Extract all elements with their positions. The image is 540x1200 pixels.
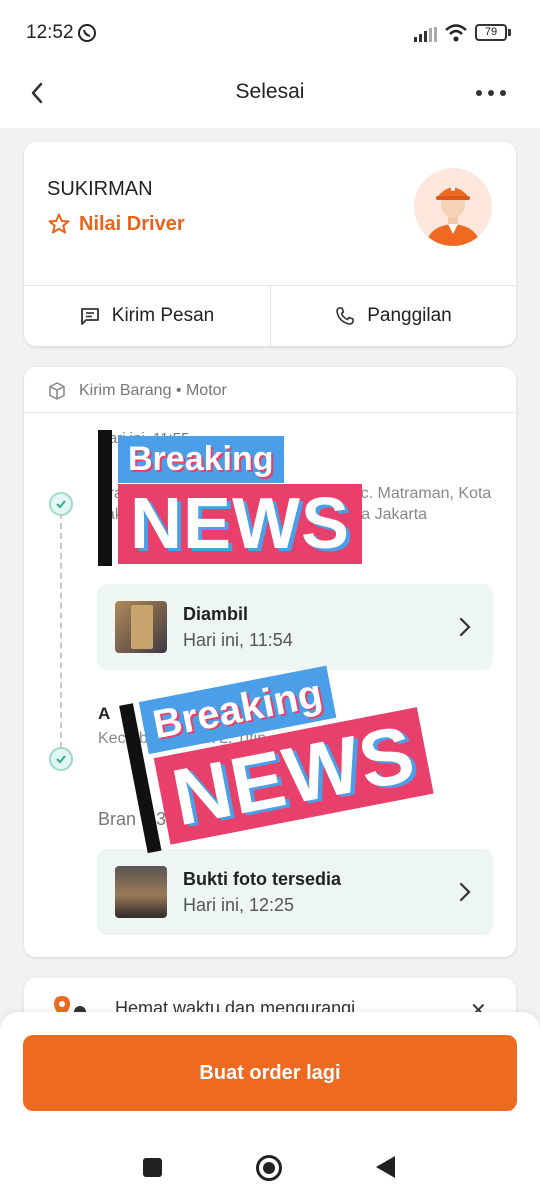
rate-driver-button[interactable]: Nilai Driver: [47, 212, 185, 236]
battery-tip: [508, 29, 511, 36]
chat-icon: [80, 308, 99, 325]
call-label: Panggilan: [367, 305, 452, 326]
rate-driver-label: Nilai Driver: [79, 212, 185, 235]
wifi-icon: [445, 24, 467, 42]
proof-photo-title: Bukti foto tersedia: [183, 869, 342, 889]
system-back-icon[interactable]: [376, 1156, 395, 1178]
sticker-news-text: NEWS: [118, 484, 362, 564]
pickup-stage-title: Diambil: [183, 604, 249, 624]
more-options-icon[interactable]: [474, 88, 508, 98]
proof-photo-thumbnail: [115, 866, 167, 918]
sticker-bar: [98, 430, 112, 566]
reorder-button[interactable]: Buat order lagi: [23, 1035, 517, 1111]
dropoff-check-icon: [49, 747, 73, 771]
whatsapp-icon: [78, 24, 96, 42]
system-nav-bar: [0, 1128, 540, 1200]
order-service-label: Kirim Barang • Motor: [79, 382, 227, 399]
proof-photo-row[interactable]: Bukti foto tersedia Hari ini, 12:25: [97, 849, 493, 935]
driver-avatar: [414, 168, 492, 246]
recent-apps-icon[interactable]: [143, 1158, 162, 1177]
send-message-label: Kirim Pesan: [111, 305, 215, 326]
signal-icon: [414, 27, 437, 42]
order-header-divider: [24, 412, 516, 413]
phone-icon: [336, 307, 355, 325]
driver-name: SUKIRMAN: [47, 178, 153, 200]
status-bar: 12:52 79: [0, 0, 540, 62]
status-time: 12:52: [26, 22, 74, 43]
star-icon: [48, 213, 70, 234]
dropoff-title: A: [98, 704, 111, 723]
sticker-breaking-text: Breaking: [118, 436, 284, 483]
pickup-stage-row[interactable]: Diambil Hari ini, 11:54: [97, 584, 493, 670]
send-message-button[interactable]: Kirim Pesan: [24, 286, 270, 346]
pickup-photo-thumbnail: [115, 601, 167, 653]
app-bar: Selesai: [0, 62, 540, 128]
home-icon[interactable]: [256, 1155, 282, 1181]
order-service-header: Kirim Barang • Motor: [47, 381, 227, 401]
chevron-right-icon: [459, 882, 471, 902]
driver-card: SUKIRMAN Nilai Driver Kirim Pesan Panggi…: [24, 142, 516, 346]
page-title: Selesai: [235, 80, 305, 103]
package-icon: [49, 382, 65, 400]
proof-photo-time: Hari ini, 12:25: [183, 895, 295, 915]
call-button[interactable]: Panggilan: [271, 286, 516, 346]
driver-avatar-illustration: [426, 187, 480, 246]
pickup-check-icon: [49, 492, 73, 516]
pickup-stage-time: Hari ini, 11:54: [183, 630, 293, 650]
battery-indicator: 79: [475, 24, 507, 41]
timeline-connector: [60, 513, 62, 758]
chevron-right-icon: [459, 617, 471, 637]
